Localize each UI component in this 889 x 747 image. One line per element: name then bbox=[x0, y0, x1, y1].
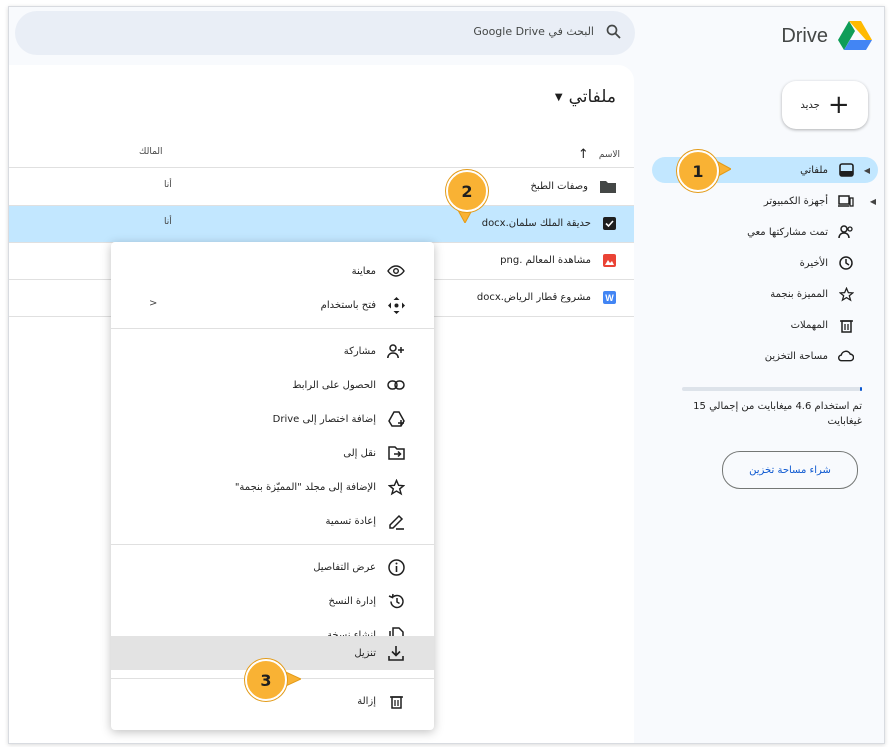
page-title[interactable]: ملفاتي ▼ bbox=[555, 87, 616, 107]
trash-icon bbox=[386, 691, 406, 711]
buy-storage-button[interactable]: شراء مساحة تخزين bbox=[722, 451, 858, 489]
search-bar[interactable]: البحث في Google Drive bbox=[15, 11, 635, 55]
my-drive-icon bbox=[838, 162, 854, 178]
menu-divider bbox=[111, 328, 434, 329]
menu-item-label: عرض التفاصيل bbox=[313, 561, 376, 573]
drive-window: Drive + جديد ◀ ملفاتي ◀ أجهزة الكمبيوتر … bbox=[8, 6, 885, 744]
sidebar-item-computers[interactable]: ◀ أجهزة الكمبيوتر bbox=[640, 188, 884, 214]
menu-item-manage-versions[interactable]: إدارة النسخ bbox=[111, 584, 434, 618]
svg-text:W: W bbox=[605, 293, 614, 303]
storage-bar-fill bbox=[860, 387, 862, 391]
sidebar-item-storage[interactable]: مساحة التخزين bbox=[640, 343, 884, 369]
sidebar: Drive + جديد ◀ ملفاتي ◀ أجهزة الكمبيوتر … bbox=[640, 7, 884, 743]
chevron-down-icon: ▼ bbox=[554, 91, 563, 103]
menu-item-label: تنزيل bbox=[354, 647, 376, 659]
drive-logo-text: Drive bbox=[781, 24, 828, 47]
storage-usage-text: تم استخدام 4.6 ميغابايت من إجمالي 15 غيغ… bbox=[693, 401, 862, 427]
menu-item-open-with[interactable]: فتح باستخدام < bbox=[111, 288, 434, 322]
column-name-header[interactable]: الاسم bbox=[599, 150, 620, 160]
star-icon bbox=[386, 477, 406, 497]
info-icon bbox=[386, 557, 406, 577]
file-name: حديقة الملك سلمان.docx bbox=[481, 218, 591, 229]
menu-item-label: معاينة bbox=[351, 265, 376, 277]
file-row[interactable]: وصفات الطبخ أنا bbox=[9, 169, 634, 206]
sidebar-nav: ◀ ملفاتي ◀ أجهزة الكمبيوتر تمت مشاركتها … bbox=[640, 157, 884, 374]
menu-item-label: إعادة تسمية bbox=[325, 515, 376, 527]
sidebar-item-label: المميزة بنجمة bbox=[770, 288, 828, 300]
sidebar-item-recent[interactable]: الأخيرة bbox=[640, 250, 884, 276]
menu-item-get-link[interactable]: الحصول على الرابط bbox=[111, 368, 434, 402]
rename-icon bbox=[386, 511, 406, 531]
sidebar-item-label: مساحة التخزين bbox=[764, 350, 828, 362]
menu-divider bbox=[111, 544, 434, 545]
file-name: مشاهدة المعالم .png bbox=[500, 255, 591, 266]
cloud-icon bbox=[838, 348, 854, 364]
clock-icon bbox=[838, 255, 854, 271]
add-shortcut-icon bbox=[386, 409, 406, 429]
word-file-icon: W bbox=[603, 291, 616, 304]
drive-logo-icon bbox=[838, 21, 872, 50]
menu-item-label: الحصول على الرابط bbox=[292, 379, 376, 391]
menu-item-label: الإضافة إلى مجلد "المميّزة بنجمة" bbox=[234, 481, 376, 493]
file-list-header: الاسم ↑ المالك bbox=[9, 137, 634, 168]
callout-badge-1: 1 bbox=[677, 150, 719, 192]
sidebar-item-label: الأخيرة bbox=[799, 257, 828, 269]
menu-item-move-to[interactable]: نقل إلى bbox=[111, 436, 434, 470]
sidebar-item-label: تمت مشاركتها معي bbox=[747, 226, 828, 238]
menu-item-label: فتح باستخدام bbox=[320, 299, 376, 311]
image-file-icon bbox=[603, 254, 616, 267]
context-menu: معاينة فتح باستخدام < مشاركة الحصول على … bbox=[111, 242, 434, 730]
menu-item-rename[interactable]: إعادة تسمية bbox=[111, 504, 434, 538]
menu-item-preview[interactable]: معاينة bbox=[111, 254, 434, 288]
submenu-chevron-icon: < bbox=[149, 298, 158, 309]
expand-caret-icon[interactable]: ◀ bbox=[864, 166, 870, 175]
sidebar-item-label: أجهزة الكمبيوتر bbox=[763, 195, 828, 207]
computers-icon bbox=[838, 193, 854, 209]
menu-item-label: إدارة النسخ bbox=[328, 595, 376, 607]
menu-item-label: إزالة bbox=[357, 695, 376, 707]
sidebar-item-label: المهملات bbox=[790, 319, 828, 331]
file-name: وصفات الطبخ bbox=[530, 181, 588, 192]
callout-badge-3: 3 bbox=[245, 659, 287, 701]
history-icon bbox=[386, 591, 406, 611]
download-icon bbox=[386, 643, 406, 663]
menu-item-share[interactable]: مشاركة bbox=[111, 334, 434, 368]
file-name: مشروع قطار الرياض.docx bbox=[476, 292, 591, 303]
sidebar-item-label: ملفاتي bbox=[800, 164, 828, 176]
expand-caret-icon[interactable]: ◀ bbox=[870, 197, 876, 206]
callout-badge-2: 2 bbox=[446, 170, 488, 212]
drive-logo[interactable]: Drive bbox=[781, 21, 872, 51]
page-title-text: ملفاتي bbox=[568, 87, 616, 107]
open-with-icon bbox=[386, 295, 406, 315]
menu-item-add-starred[interactable]: الإضافة إلى مجلد "المميّزة بنجمة" bbox=[111, 470, 434, 504]
eye-icon bbox=[386, 261, 406, 281]
menu-item-label: مشاركة bbox=[343, 345, 376, 357]
menu-item-label: إضافة اختصار إلى Drive bbox=[272, 413, 376, 425]
search-icon[interactable] bbox=[606, 24, 621, 39]
menu-item-label: نقل إلى bbox=[343, 447, 376, 459]
sort-arrow-up-icon[interactable]: ↑ bbox=[578, 147, 589, 162]
sidebar-item-shared[interactable]: تمت مشاركتها معي bbox=[640, 219, 884, 245]
checkbox-checked-icon[interactable] bbox=[603, 217, 616, 230]
share-person-icon bbox=[386, 341, 406, 361]
move-to-icon bbox=[386, 443, 406, 463]
trash-icon bbox=[838, 317, 854, 333]
menu-item-add-shortcut[interactable]: إضافة اختصار إلى Drive bbox=[111, 402, 434, 436]
menu-item-details[interactable]: عرض التفاصيل bbox=[111, 550, 434, 584]
search-input[interactable]: البحث في Google Drive bbox=[473, 25, 594, 38]
file-owner: أنا bbox=[164, 217, 172, 227]
plus-icon: + bbox=[827, 90, 850, 120]
file-row-selected[interactable]: حديقة الملك سلمان.docx أنا bbox=[9, 206, 634, 243]
sidebar-item-trash[interactable]: المهملات bbox=[640, 312, 884, 338]
sidebar-item-starred[interactable]: المميزة بنجمة bbox=[640, 281, 884, 307]
column-owner-header[interactable]: المالك bbox=[139, 147, 163, 157]
file-owner: أنا bbox=[164, 180, 172, 190]
shared-icon bbox=[838, 224, 854, 240]
storage-bar bbox=[682, 387, 862, 391]
star-icon bbox=[838, 286, 854, 302]
link-icon bbox=[386, 375, 406, 395]
new-button-label: جديد bbox=[800, 99, 820, 111]
folder-icon bbox=[600, 181, 616, 193]
new-button[interactable]: + جديد bbox=[782, 81, 868, 129]
